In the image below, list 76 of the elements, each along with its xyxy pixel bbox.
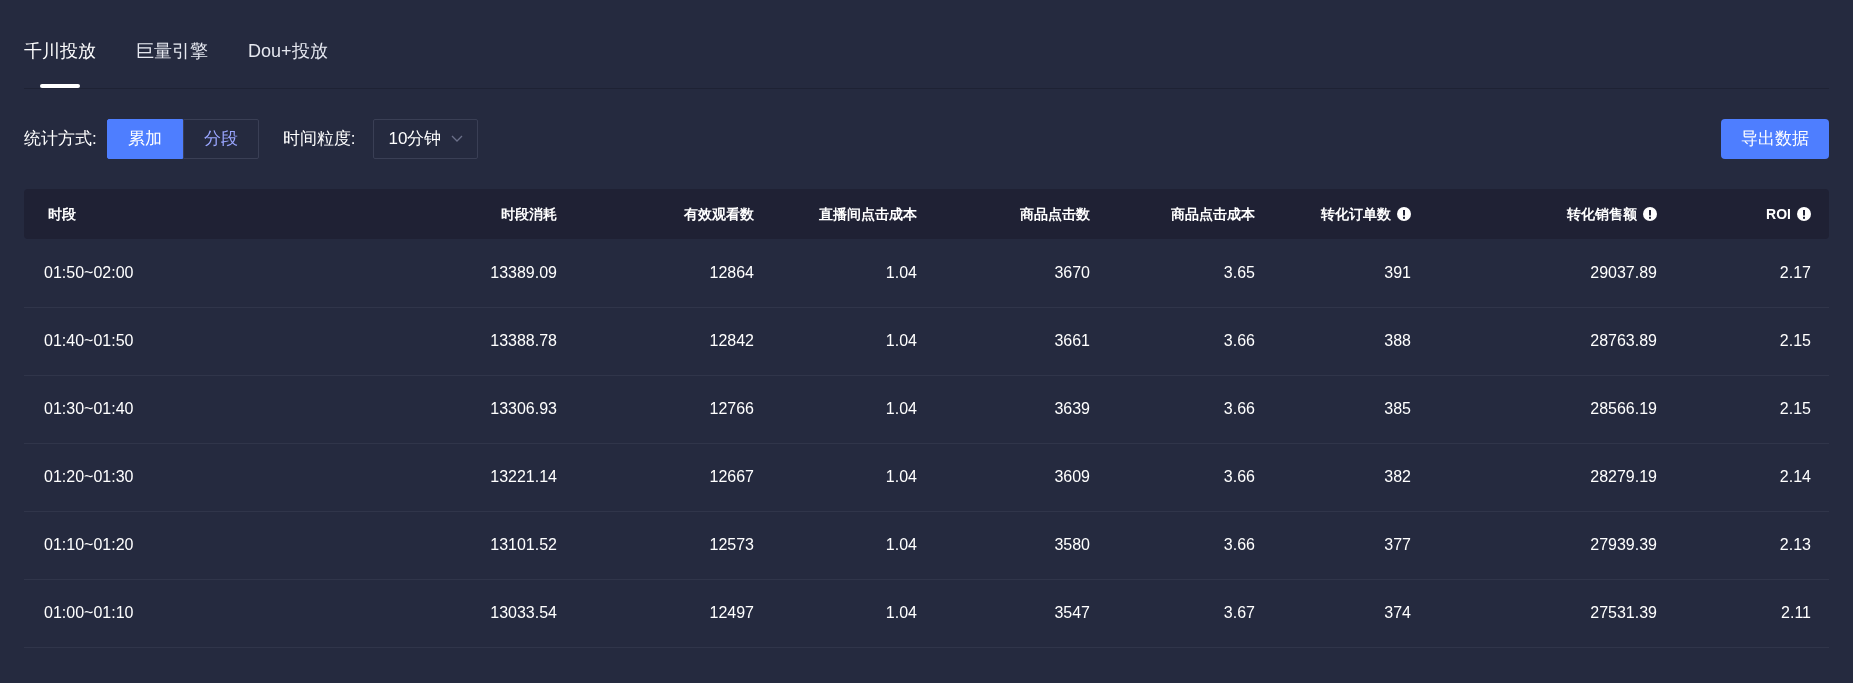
table-cell: 27531.39 (1590, 604, 1657, 621)
table-cell: 377 (1384, 536, 1411, 553)
table-cell: 2.11 (1781, 604, 1811, 621)
table-cell: 2.17 (1779, 263, 1811, 281)
table-cell: 29037.89 (1590, 263, 1657, 281)
column-header: 商品点击数 (1020, 204, 1090, 224)
table-cell: 01:40~01:50 (44, 332, 134, 349)
table-cell: 1.04 (885, 604, 917, 621)
table-cell: 01:20~01:30 (44, 468, 134, 485)
export-button[interactable]: 导出数据 (1721, 119, 1829, 159)
column-header: 直播间点击成本 (819, 204, 917, 224)
table-cell: 13306.93 (490, 400, 557, 417)
table-cell: 12667 (709, 468, 754, 485)
table-cell: 2.14 (1779, 468, 1811, 485)
table-cell: 1.04 (885, 332, 917, 349)
column-header: 有效观看数 (684, 204, 754, 224)
column-header: 转化销售额 (1567, 204, 1637, 224)
table-cell: 1.04 (885, 468, 917, 485)
table-cell: 12864 (709, 263, 754, 281)
table-cell: 13389.09 (490, 263, 557, 281)
table-cell: 2.15 (1779, 332, 1811, 349)
table-cell: 388 (1384, 332, 1411, 349)
table-cell: 3.65 (1223, 263, 1255, 281)
info-icon (1643, 207, 1657, 221)
table-cell: 12573 (709, 536, 754, 553)
table-cell: 01:00~01:10 (44, 604, 134, 621)
table-cell: 13388.78 (490, 332, 557, 349)
table-cell: 3.66 (1223, 400, 1255, 417)
info-icon (1797, 207, 1811, 221)
table-cell: 3580 (1054, 536, 1090, 553)
table-cell: 3670 (1054, 263, 1090, 281)
granularity-select[interactable]: 10分钟 (373, 119, 479, 159)
table-cell: 3.66 (1223, 536, 1255, 553)
table-cell: 01:10~01:20 (44, 536, 134, 553)
table-cell: 3.66 (1223, 468, 1255, 485)
table-cell: 385 (1384, 400, 1411, 417)
table-cell: 12766 (709, 400, 754, 417)
table-cell: 2.15 (1779, 400, 1811, 417)
tab[interactable]: Dou+投放 (248, 38, 328, 88)
table-cell: 382 (1384, 468, 1411, 485)
table-cell: 28763.89 (1590, 332, 1657, 349)
column-header: 时段消耗 (501, 204, 557, 224)
mode-toggle[interactable]: 累加 (106, 119, 183, 159)
mode-toggle[interactable]: 分段 (182, 119, 259, 159)
column-header: 转化订单数 (1321, 204, 1391, 224)
column-header: 时段 (48, 204, 76, 224)
table-cell: 13221.14 (490, 468, 557, 485)
table-cell: 3.67 (1223, 604, 1255, 621)
table-cell: 27939.39 (1590, 536, 1657, 553)
table-cell: 1.04 (885, 263, 917, 281)
table-cell: 374 (1384, 604, 1411, 621)
table-cell: 12497 (709, 604, 754, 621)
table-cell: 28279.19 (1590, 468, 1657, 485)
column-header: 商品点击成本 (1171, 204, 1255, 224)
table-cell: 3.66 (1223, 332, 1255, 349)
table-cell: 01:30~01:40 (44, 400, 134, 417)
table-cell: 1.04 (885, 400, 917, 417)
tab[interactable]: 千川投放 (24, 38, 96, 88)
table-cell: 391 (1384, 263, 1411, 281)
table-cell: 3547 (1054, 604, 1090, 621)
tab[interactable]: 巨量引擎 (136, 38, 208, 88)
mode-label: 统计方式: (24, 128, 97, 151)
info-icon (1397, 207, 1411, 221)
table-cell: 3639 (1054, 400, 1090, 417)
table-cell: 1.04 (885, 536, 917, 553)
table-cell: 01:50~02:00 (44, 263, 134, 281)
table-cell: 3661 (1054, 332, 1090, 349)
table-cell: 13033.54 (490, 604, 557, 621)
table-cell: 3609 (1054, 468, 1090, 485)
table-cell: 2.13 (1779, 536, 1811, 553)
chevron-down-icon (451, 135, 464, 143)
table-cell: 12842 (709, 332, 754, 349)
column-header: ROI (1766, 204, 1791, 224)
table-cell: 28566.19 (1590, 400, 1657, 417)
table-cell: 13101.52 (490, 536, 557, 553)
granularity-label: 时间粒度: (282, 128, 356, 151)
